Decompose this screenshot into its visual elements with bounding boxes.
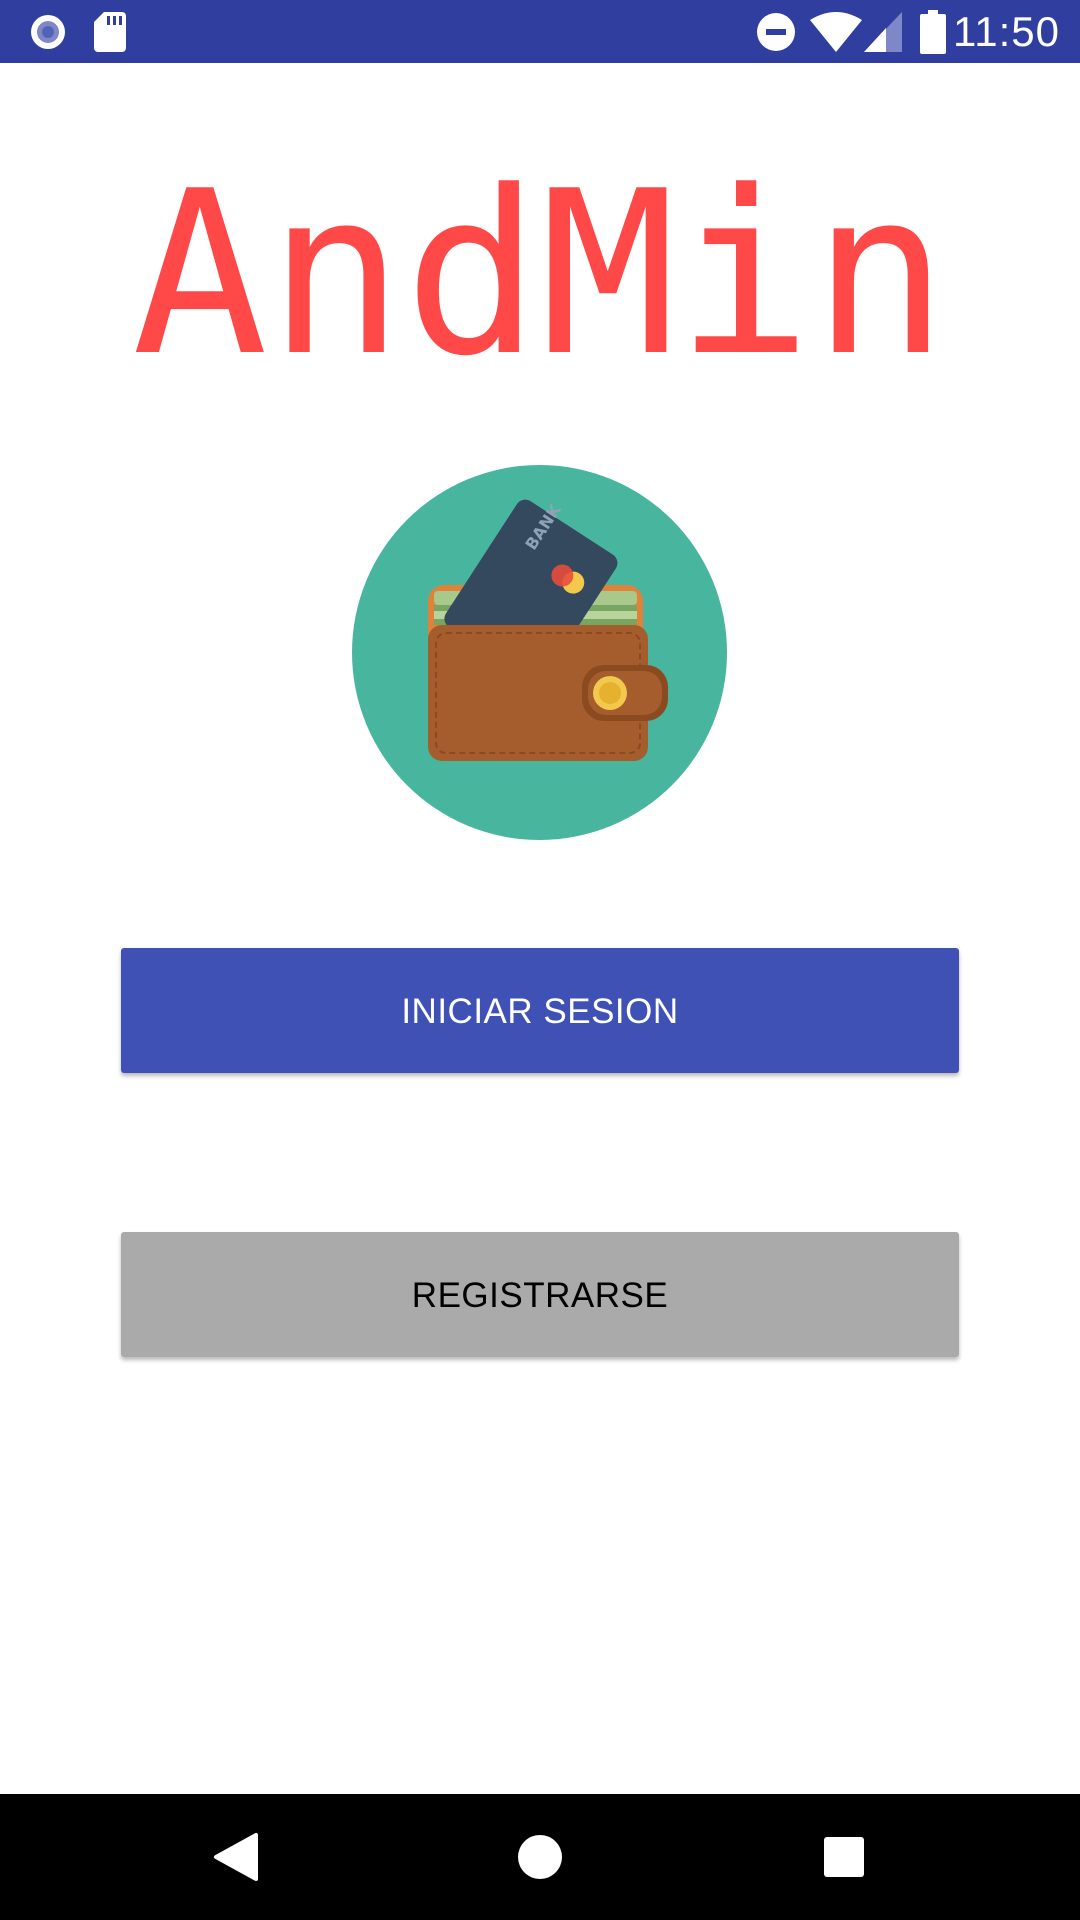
recents-icon[interactable] [804,1817,884,1897]
login-button[interactable]: INICIAR SESION [121,948,959,1073]
wifi-icon [810,12,862,52]
app-title: AndMin [131,143,949,406]
record-icon [31,15,65,49]
cell-signal-icon [864,12,902,52]
sd-card-icon [94,12,126,52]
wallet-logo: BANK [352,465,727,840]
screen: 11:50 AndMin BANK INICIAR SESION REGISTR… [0,0,1080,1920]
status-bar: 11:50 [0,0,1080,63]
home-icon[interactable] [500,1817,580,1897]
status-bar-clock: 11:50 [953,8,1060,55]
navigation-bar [0,1794,1080,1920]
do-not-disturb-icon [757,13,795,51]
battery-icon [920,10,946,54]
back-icon[interactable] [196,1817,276,1897]
register-button[interactable]: REGISTRARSE [121,1232,959,1357]
